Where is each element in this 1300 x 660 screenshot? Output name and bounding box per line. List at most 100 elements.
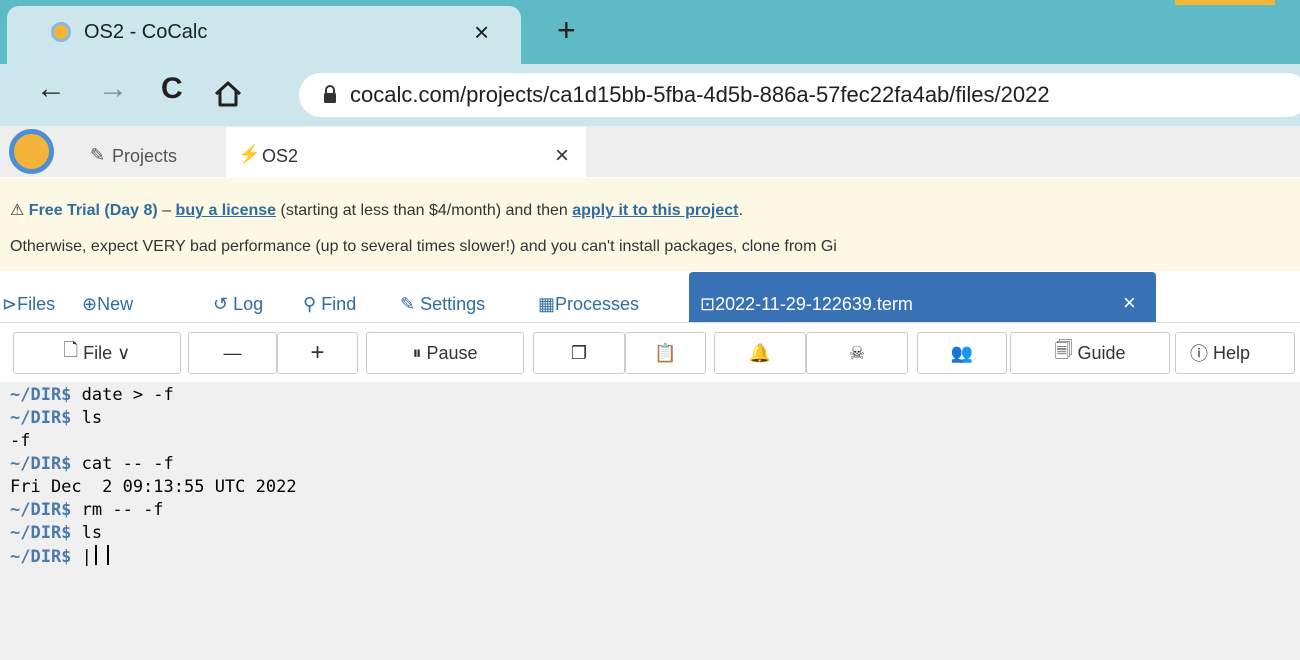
- bell-button[interactable]: 🔔: [714, 332, 806, 374]
- project-tab-label: OS2: [262, 146, 299, 166]
- folder-icon: ⊳: [2, 294, 18, 314]
- banner-line-1: ⚠ Free Trial (Day 8) – buy a license (st…: [10, 200, 743, 220]
- terminal-line: ~/DIR$ cat -- -f: [10, 453, 297, 476]
- command: cat -- -f: [71, 454, 174, 474]
- processes-tab-label: Processes: [555, 294, 640, 314]
- search-icon: ⚲: [303, 294, 322, 314]
- file-menu-button[interactable]: 🗋 File ∨: [13, 332, 181, 374]
- copy-icon: ❐: [570, 342, 588, 363]
- new-tab-label: New: [97, 294, 134, 314]
- plus-icon: +: [310, 339, 325, 366]
- banner-dash: –: [157, 202, 176, 219]
- cpu-icon: ▦: [538, 294, 556, 314]
- help-button[interactable]: ⓘ Help: [1175, 332, 1295, 374]
- profile-accent: [1175, 0, 1275, 5]
- prompt: ~/DIR$: [10, 454, 72, 474]
- pause-button[interactable]: ⏸ Pause: [366, 332, 524, 374]
- output: -f: [10, 431, 31, 451]
- new-tab[interactable]: ⊕New: [82, 294, 133, 315]
- terminal-line: ~/DIR$ ls: [10, 407, 297, 430]
- rocket-icon: ⚡: [238, 144, 261, 164]
- cocalc-favicon-icon: [51, 22, 71, 42]
- log-tab[interactable]: ↺ Log: [213, 294, 263, 315]
- terminal-line: ~/DIR$ date > -f: [10, 384, 297, 407]
- zoom-in-button[interactable]: +: [277, 332, 358, 374]
- terminal-line: ~/DIR$ |: [10, 545, 297, 569]
- paste-icon: 📋: [654, 342, 677, 363]
- find-tab-label: Find: [321, 294, 357, 314]
- settings-tab[interactable]: ✎ Settings: [400, 294, 485, 315]
- terminal-line: ~/DIR$ rm -- -f: [10, 499, 297, 522]
- files-tab-label: Files: [17, 294, 56, 314]
- open-file-tab-label: ⊡2022-11-29-122639.term: [700, 294, 913, 315]
- guide-button[interactable]: 🗐 Guide: [1010, 332, 1170, 374]
- users-button[interactable]: 👥: [917, 332, 1007, 374]
- close-icon[interactable]: ×: [1123, 290, 1136, 316]
- banner-mid-text: (starting at less than $4/month) and the…: [276, 202, 573, 219]
- browser-tab-title: OS2 - CoCalc: [84, 21, 208, 43]
- pause-label: Pause: [426, 342, 478, 363]
- command: |: [71, 547, 92, 567]
- command: ls: [71, 408, 103, 428]
- banner-end: .: [738, 202, 743, 219]
- trial-banner: [0, 178, 1300, 271]
- warning-icon: ⚠: [10, 202, 25, 219]
- prompt: ~/DIR$: [10, 500, 72, 520]
- processes-tab[interactable]: ▦Processes: [538, 294, 639, 315]
- guide-label: Guide: [1077, 342, 1126, 363]
- edit-icon: ✎: [90, 145, 106, 165]
- prompt: ~/DIR$: [10, 523, 72, 543]
- kill-button[interactable]: ☠: [806, 332, 908, 374]
- guide-icon: 🗐: [1054, 340, 1078, 360]
- cocalc-top-bar: [0, 126, 1300, 177]
- minus-icon: —: [223, 342, 242, 363]
- terminal-line: ~/DIR$ ls: [10, 522, 297, 545]
- help-label: Help: [1213, 342, 1251, 363]
- projects-tab[interactable]: Projects: [112, 146, 177, 167]
- zoom-out-button[interactable]: —: [188, 332, 277, 374]
- log-tab-label: Log: [233, 294, 264, 314]
- prompt: ~/DIR$: [10, 385, 72, 405]
- chevron-down-icon: ∨: [112, 342, 131, 363]
- paste-button[interactable]: 📋: [625, 332, 706, 374]
- users-icon: 👥: [950, 342, 974, 363]
- files-tab[interactable]: ⊳Files: [2, 294, 55, 315]
- terminal-icon: ⊡: [700, 294, 716, 314]
- bell-icon: 🔔: [748, 342, 772, 363]
- close-icon[interactable]: ×: [474, 17, 489, 48]
- prompt: ~/DIR$: [10, 408, 72, 428]
- trial-label: Free Trial (Day 8): [28, 202, 158, 219]
- help-icon: ⓘ: [1190, 344, 1214, 364]
- url-text[interactable]: cocalc.com/projects/ca1d15bb-5fba-4d5b-8…: [350, 82, 1050, 108]
- find-tab[interactable]: ⚲ Find: [303, 294, 356, 315]
- home-icon[interactable]: [213, 80, 243, 108]
- open-file-name: 2022-11-29-122639.term: [715, 294, 913, 314]
- terminal-cursor: [94, 545, 109, 565]
- reload-icon[interactable]: C: [161, 72, 183, 106]
- terminal-output: ~/DIR$ date > -f ~/DIR$ ls -f ~/DIR$ cat --…: [10, 384, 297, 569]
- banner-line-2: Otherwise, expect VERY bad performance (…: [10, 238, 837, 255]
- forward-icon[interactable]: →: [98, 72, 128, 106]
- close-icon[interactable]: ×: [555, 142, 569, 170]
- apply-project-link[interactable]: apply it to this project: [572, 202, 738, 219]
- copy-button[interactable]: ❐: [533, 332, 625, 374]
- terminal-line: -f: [10, 430, 297, 453]
- file-menu-label: File: [83, 342, 113, 363]
- skull-icon: ☠: [848, 342, 866, 363]
- pause-icon: ⏸: [412, 342, 427, 363]
- settings-tab-label: Settings: [420, 294, 486, 314]
- buy-license-link[interactable]: buy a license: [176, 202, 277, 219]
- back-icon[interactable]: ←: [36, 72, 66, 106]
- plus-icon[interactable]: +: [557, 12, 576, 49]
- wrench-icon: ✎: [400, 294, 421, 314]
- prompt: ~/DIR$: [10, 547, 72, 567]
- command: date > -f: [71, 385, 174, 405]
- cocalc-logo-icon[interactable]: [9, 129, 54, 174]
- terminal-line: Fri Dec 2 09:13:55 UTC 2022: [10, 476, 297, 499]
- file-icon: 🗋: [63, 340, 84, 360]
- output: Fri Dec 2 09:13:55 UTC 2022: [10, 477, 297, 497]
- lock-icon[interactable]: [322, 84, 338, 106]
- plus-circle-icon: ⊕: [82, 294, 98, 314]
- history-icon: ↺: [213, 294, 234, 314]
- command: rm -- -f: [71, 500, 164, 520]
